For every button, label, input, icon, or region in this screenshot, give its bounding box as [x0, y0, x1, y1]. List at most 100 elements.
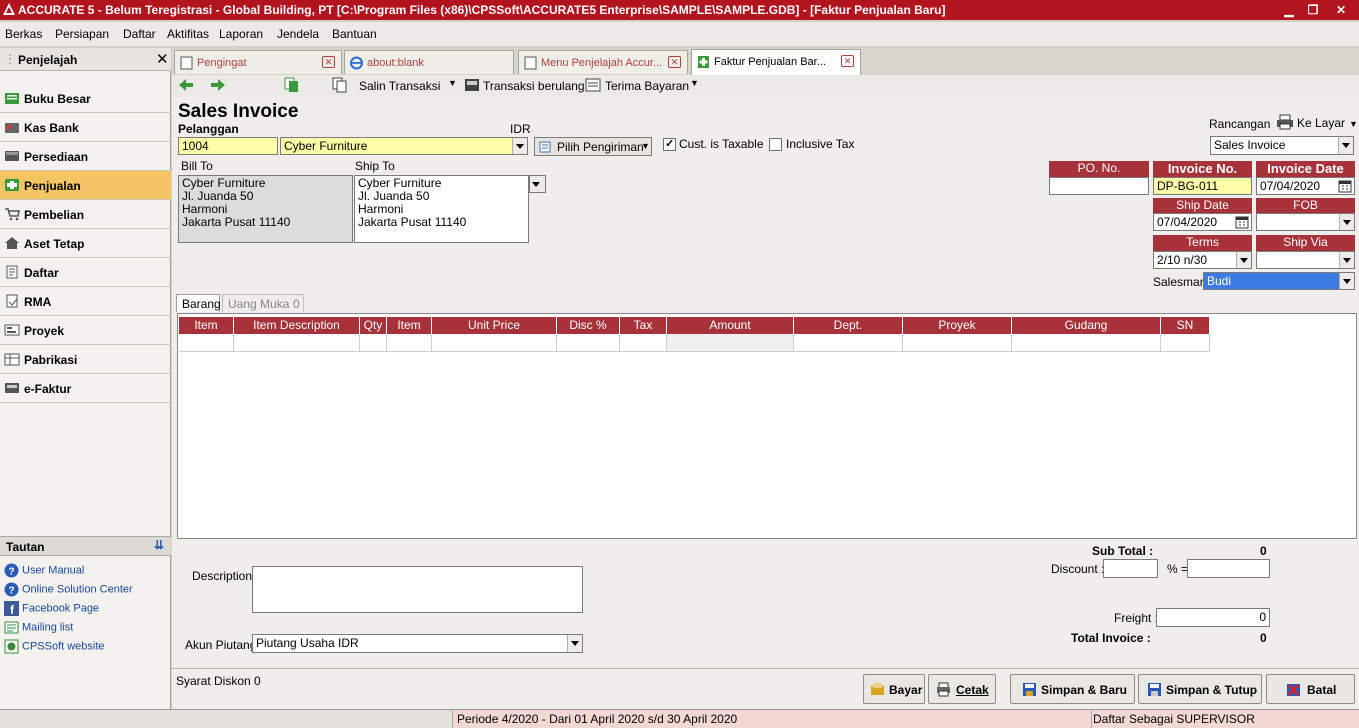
batal-button[interactable]: Batal	[1266, 674, 1355, 704]
menu-persiapan[interactable]: Persiapan	[55, 27, 109, 41]
customer-name-select[interactable]: Cyber Furniture	[280, 137, 528, 155]
chevron-down-icon[interactable]	[567, 635, 582, 652]
link-user-manual[interactable]: ? User Manual	[4, 563, 84, 578]
invoice-items-grid[interactable]: Item Item Description Qty Item Unit Unit…	[177, 313, 1357, 539]
terima-bayaran-button[interactable]: Terima Bayaran	[605, 79, 689, 93]
po-no-field[interactable]	[1049, 177, 1149, 195]
menu-berkas[interactable]: Berkas	[5, 27, 42, 41]
copy-icon[interactable]	[284, 77, 300, 93]
back-arrow-icon[interactable]	[178, 78, 194, 92]
grid-cell[interactable]	[179, 334, 234, 352]
inclusive-tax-checkbox[interactable]	[769, 138, 782, 151]
simpan-tutup-button[interactable]: Simpan & Tutup	[1138, 674, 1262, 704]
salin-dropdown-icon[interactable]: ▼	[448, 78, 457, 88]
sidebar-item-aset-tetap[interactable]: Aset Tetap	[0, 229, 171, 258]
grid-cell[interactable]	[620, 334, 667, 352]
rancangan-select[interactable]: Sales Invoice	[1210, 136, 1354, 155]
bayar-button[interactable]: Bayar	[863, 674, 925, 704]
cust-taxable-checkbox[interactable]: ✓	[663, 138, 676, 151]
sidebar-item-penjualan[interactable]: Penjualan	[0, 171, 171, 200]
tab-faktur-penjualan[interactable]: Faktur Penjualan Bar... ✕	[691, 49, 861, 75]
terms-select[interactable]: 2/10 n/30	[1153, 251, 1252, 269]
column-header-item-description[interactable]: Item Description	[234, 317, 360, 334]
sidebar-item-daftar[interactable]: Daftar	[0, 258, 171, 287]
sidebar-item-kas-bank[interactable]: Kas Bank	[0, 113, 171, 142]
column-header-tax[interactable]: Tax	[620, 317, 667, 334]
calendar-icon[interactable]	[1235, 215, 1249, 229]
grid-cell[interactable]	[1161, 334, 1210, 352]
column-header-amount[interactable]: Amount	[667, 317, 794, 334]
chevron-down-icon[interactable]: ▼	[641, 141, 650, 151]
menu-daftar[interactable]: Daftar	[123, 27, 156, 41]
restore-button[interactable]: ❐	[1302, 1, 1324, 19]
cetak-button[interactable]: Cetak	[928, 674, 996, 704]
salesman-select[interactable]: Budi	[1203, 272, 1355, 290]
fob-select[interactable]	[1256, 213, 1355, 231]
ship-via-select[interactable]	[1256, 251, 1355, 269]
sidebar-item-pembelian[interactable]: Pembelian	[0, 200, 171, 229]
sidebar-item-pabrikasi[interactable]: Pabrikasi	[0, 345, 171, 374]
chevron-down-icon[interactable]	[1339, 273, 1354, 289]
forward-arrow-icon[interactable]	[210, 78, 226, 92]
column-header-item[interactable]: Item	[179, 317, 234, 334]
close-tab-icon[interactable]: ✕	[322, 56, 335, 68]
akun-piutang-select[interactable]: Piutang Usaha IDR	[252, 634, 583, 653]
chevron-down-icon[interactable]	[1338, 137, 1353, 154]
customer-code-field[interactable]: 1004	[178, 137, 278, 155]
column-header-gudang[interactable]: Gudang	[1012, 317, 1161, 334]
salin-transaksi-button[interactable]: Salin Transaksi	[359, 79, 440, 93]
grid-cell[interactable]	[794, 334, 903, 352]
column-header-proyek[interactable]: Proyek	[903, 317, 1012, 334]
column-header-item-unit[interactable]: Item Unit	[387, 317, 432, 348]
minimize-button[interactable]: ▁	[1278, 1, 1300, 19]
tab-pengingat[interactable]: Pengingat ✕	[174, 50, 342, 74]
ke-layar-button[interactable]: Ke Layar	[1297, 116, 1345, 130]
terima-dropdown-icon[interactable]: ▼	[690, 78, 699, 88]
tab-uang-muka[interactable]: Uang Muka 0	[222, 294, 304, 312]
grid-cell[interactable]	[360, 334, 387, 352]
discount-percent-field[interactable]	[1103, 559, 1158, 578]
sidebar-item-rma[interactable]: RMA	[0, 287, 171, 316]
discount-amount-field[interactable]	[1187, 559, 1270, 578]
simpan-baru-button[interactable]: Simpan & Baru	[1010, 674, 1135, 704]
sidebar-item-persediaan[interactable]: Persediaan	[0, 142, 171, 171]
printer-icon[interactable]	[1276, 114, 1294, 130]
invoice-date-field[interactable]: 07/04/2020	[1256, 177, 1355, 195]
grid-cell[interactable]	[903, 334, 1012, 352]
menu-jendela[interactable]: Jendela	[277, 27, 319, 41]
column-header-disc[interactable]: Disc %	[557, 317, 620, 334]
ship-date-field[interactable]: 07/04/2020	[1153, 213, 1252, 231]
freight-field[interactable]: 0	[1156, 608, 1270, 627]
collapse-icon[interactable]: ⇊	[154, 538, 164, 552]
menu-laporan[interactable]: Laporan	[219, 27, 263, 41]
description-textarea[interactable]	[252, 566, 583, 613]
link-cpssoft-website[interactable]: CPSSoft website	[4, 639, 105, 654]
link-mailing-list[interactable]: Mailing list	[4, 620, 73, 635]
tab-menu-penjelajah[interactable]: Menu Penjelajah Accur... ✕	[518, 50, 688, 74]
calendar-icon[interactable]	[1338, 179, 1352, 193]
column-header-unit-price[interactable]: Unit Price	[432, 317, 557, 334]
sidebar-item-e-faktur[interactable]: e-Faktur	[0, 374, 171, 403]
tab-barang[interactable]: Barang	[176, 294, 221, 312]
link-facebook-page[interactable]: f Facebook Page	[4, 601, 99, 616]
close-window-button[interactable]: ✕	[1330, 1, 1352, 19]
tab-about-blank[interactable]: about:blank	[344, 50, 514, 74]
ship-to-address[interactable]: Cyber Furniture Jl. Juanda 50 Harmoni Jakar…	[354, 175, 529, 243]
pilih-pengiriman-button[interactable]: Pilih Pengiriman ▼	[534, 137, 652, 156]
menu-aktifitas[interactable]: Aktifitas	[167, 27, 209, 41]
column-header-dept[interactable]: Dept.	[794, 317, 903, 334]
sidebar-item-buku-besar[interactable]: Buku Besar	[0, 84, 171, 113]
chevron-down-icon[interactable]	[1236, 252, 1251, 268]
transaksi-berulang-button[interactable]: Transaksi berulang	[483, 79, 585, 93]
close-sidebar-icon[interactable]: ✕	[156, 50, 169, 68]
chevron-down-icon[interactable]	[1339, 214, 1354, 230]
tautan-header[interactable]: Tautan ⇊	[0, 536, 171, 556]
chevron-down-icon[interactable]	[530, 176, 545, 192]
menu-bantuan[interactable]: Bantuan	[332, 27, 377, 41]
ke-layar-dropdown-icon[interactable]: ▼	[1349, 119, 1358, 129]
chevron-down-icon[interactable]	[512, 138, 527, 154]
link-online-solution-center[interactable]: ? Online Solution Center	[4, 582, 133, 597]
sidebar-item-proyek[interactable]: Proyek	[0, 316, 171, 345]
ship-to-dropdown[interactable]	[529, 175, 546, 193]
grid-cell[interactable]	[387, 334, 432, 352]
